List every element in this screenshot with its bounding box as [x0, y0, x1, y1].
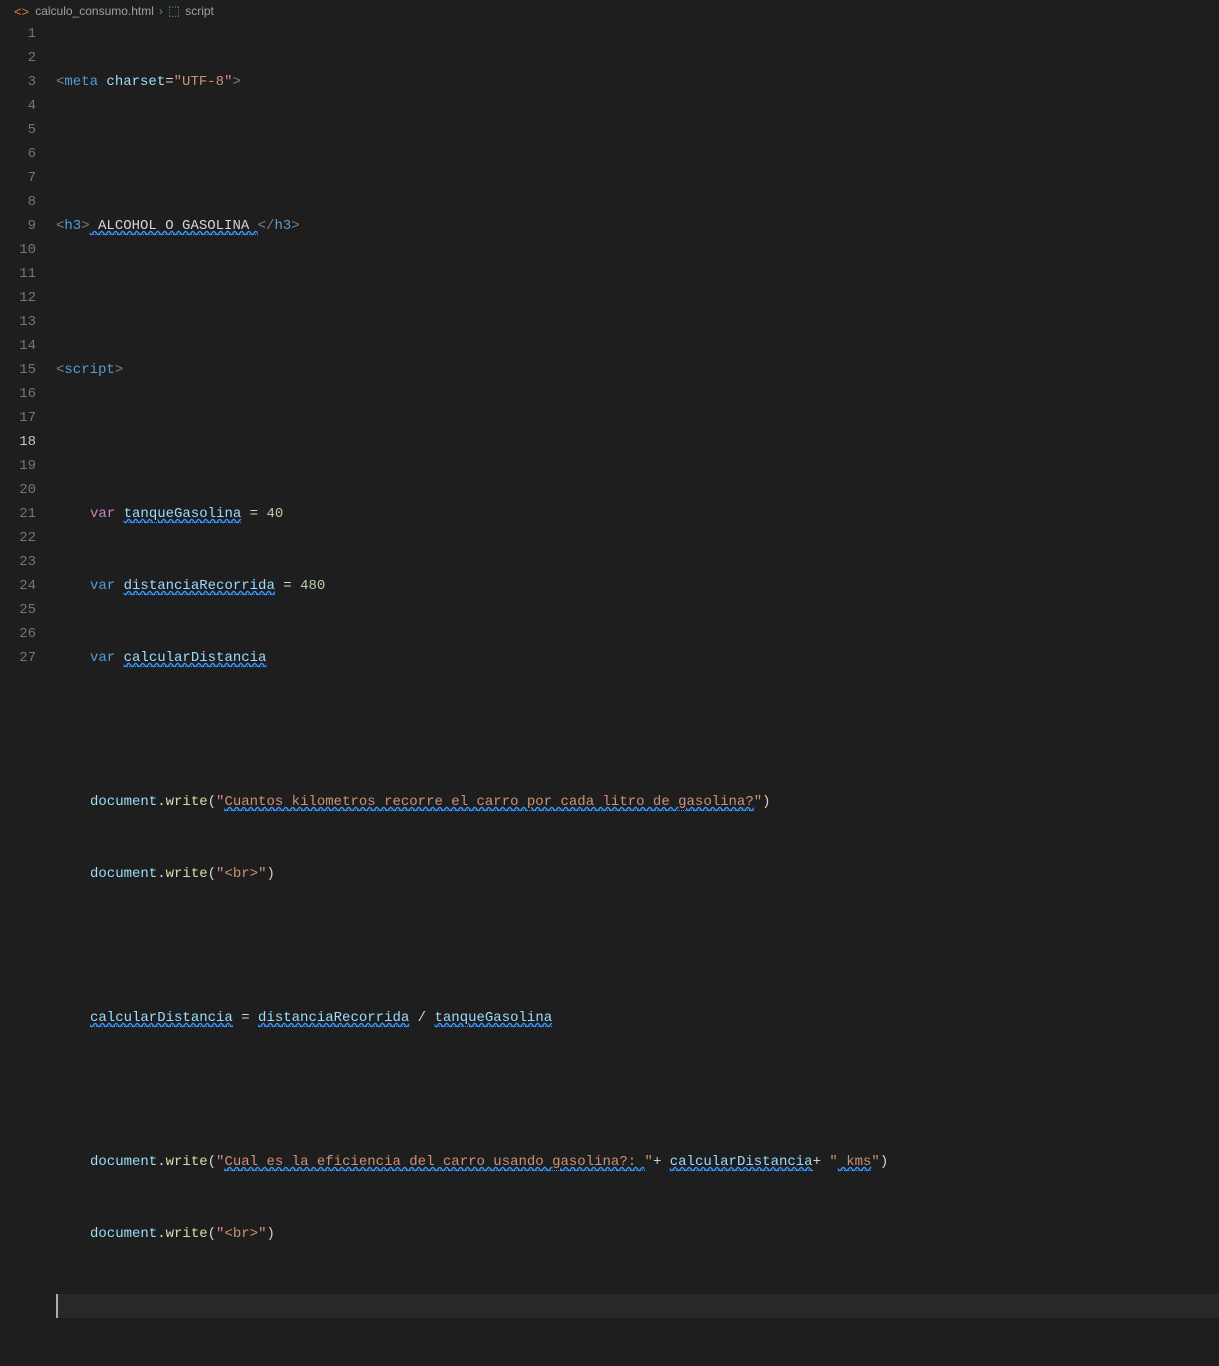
line-number: 21 — [0, 502, 36, 526]
code-line[interactable]: document.write("<br>") — [56, 862, 1219, 886]
line-number: 17 — [0, 406, 36, 430]
line-number: 6 — [0, 142, 36, 166]
line-number: 22 — [0, 526, 36, 550]
code-line[interactable] — [56, 142, 1219, 166]
line-number: 4 — [0, 94, 36, 118]
line-number: 18 — [0, 430, 36, 454]
line-number: 3 — [0, 70, 36, 94]
code-line[interactable]: var calcularDistancia — [56, 646, 1219, 670]
line-number: 7 — [0, 166, 36, 190]
line-number: 24 — [0, 574, 36, 598]
line-number: 9 — [0, 214, 36, 238]
line-number: 14 — [0, 334, 36, 358]
symbol-icon: ⬚ — [168, 3, 180, 19]
line-number: 8 — [0, 190, 36, 214]
line-number: 20 — [0, 478, 36, 502]
code-line[interactable]: var tanqueGasolina = 40 — [56, 502, 1219, 526]
line-number: 13 — [0, 310, 36, 334]
line-number: 15 — [0, 358, 36, 382]
line-number: 19 — [0, 454, 36, 478]
line-number: 23 — [0, 550, 36, 574]
code-line[interactable]: calcularDistancia = distanciaRecorrida /… — [56, 1006, 1219, 1030]
cursor — [56, 1294, 58, 1318]
code-editor[interactable]: 1 2 3 4 5 6 7 8 9 10 11 12 13 14 15 16 1… — [0, 22, 1219, 683]
breadcrumb-file[interactable]: calculo_consumo.html — [35, 4, 154, 18]
line-number: 10 — [0, 238, 36, 262]
line-number: 2 — [0, 46, 36, 70]
chevron-right-icon: › — [159, 4, 163, 18]
code-line[interactable]: var distanciaRecorrida = 480 — [56, 574, 1219, 598]
line-number: 16 — [0, 382, 36, 406]
code-line[interactable]: document.write("<br>") — [56, 1222, 1219, 1246]
code-line[interactable] — [56, 1078, 1219, 1102]
breadcrumb[interactable]: <> calculo_consumo.html › ⬚ script — [0, 0, 1219, 22]
code-line[interactable]: document.write("Cuantos kilometros recor… — [56, 790, 1219, 814]
line-number: 12 — [0, 286, 36, 310]
code-line[interactable] — [56, 718, 1219, 742]
code-line[interactable] — [56, 934, 1219, 958]
code-line[interactable]: document.write("Cual es la eficiencia de… — [56, 1150, 1219, 1174]
code-line[interactable] — [56, 1294, 1219, 1318]
line-number: 11 — [0, 262, 36, 286]
code-line[interactable]: <script> — [56, 358, 1219, 382]
line-number-gutter: 1 2 3 4 5 6 7 8 9 10 11 12 13 14 15 16 1… — [0, 22, 56, 683]
html-file-icon: <> — [14, 4, 29, 19]
code-line[interactable] — [56, 286, 1219, 310]
code-area[interactable]: <meta charset="UTF-8"> <h3> ALCOHOL O GA… — [56, 22, 1219, 683]
code-line[interactable] — [56, 430, 1219, 454]
line-number: 1 — [0, 22, 36, 46]
line-number: 26 — [0, 622, 36, 646]
breadcrumb-symbol[interactable]: script — [185, 4, 214, 18]
code-line[interactable]: <meta charset="UTF-8"> — [56, 70, 1219, 94]
line-number: 5 — [0, 118, 36, 142]
line-number: 27 — [0, 646, 36, 670]
line-number: 25 — [0, 598, 36, 622]
code-line[interactable]: <h3> ALCOHOL O GASOLINA </h3> — [56, 214, 1219, 238]
